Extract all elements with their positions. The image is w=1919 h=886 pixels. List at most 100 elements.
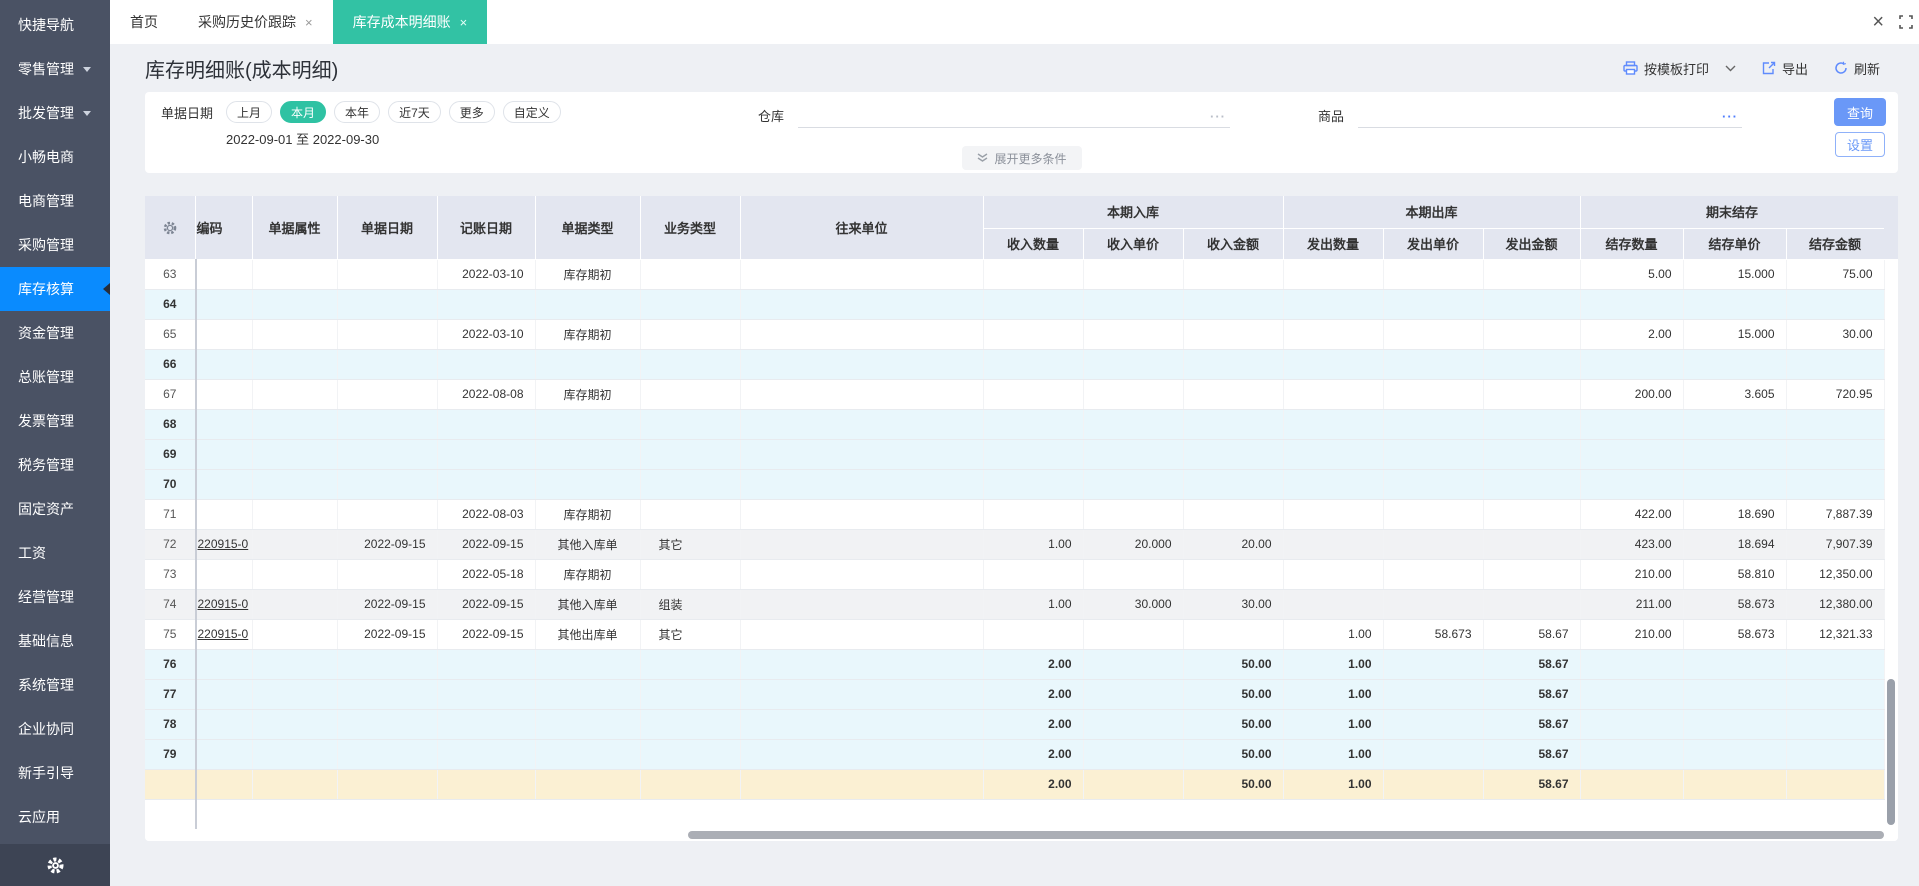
column-settings-header[interactable] [145,196,196,260]
col-header-doc-attr[interactable]: 单据属性 [252,196,338,260]
sidebar-item-资金管理[interactable]: 资金管理 [0,311,110,355]
table-row[interactable]: 63 2022-03-10 库存期初 5.00 15.000 75.00 [145,259,1885,290]
gear-icon[interactable] [163,221,177,235]
sidebar-item-采购管理[interactable]: 采购管理 [0,223,110,267]
doc-date-cell [337,739,438,770]
table-row[interactable]: 75 220915-0 2022-09-15 2022-09-15 其他出库单 其它 1.0… [145,619,1885,650]
sidebar-item-工资[interactable]: 工资 [0,531,110,575]
close-icon[interactable]: × [1872,12,1884,32]
sidebar-item-经营管理[interactable]: 经营管理 [0,575,110,619]
table-row[interactable]: 69 [145,439,1885,470]
col-header-code[interactable]: 编码 [195,196,253,260]
sidebar-item-企业协同[interactable]: 企业协同 [0,707,110,751]
tab-首页[interactable]: 首页 [110,0,178,44]
col-header-out-price[interactable]: 发出单价 [1383,228,1484,260]
table-row[interactable]: 2.00 50.00 1.00 58.67 [145,769,1885,800]
close-icon[interactable]: × [305,16,313,29]
doc-code-link [195,499,253,530]
col-header-bal-price[interactable]: 结存单价 [1683,228,1787,260]
col-header-out-amt[interactable]: 发出金额 [1483,228,1581,260]
date-pill-自定义[interactable]: 自定义 [502,101,561,123]
sidebar-item-系统管理[interactable]: 系统管理 [0,663,110,707]
date-pill-本年[interactable]: 本年 [334,101,381,123]
horizontal-scrollbar-track[interactable] [145,829,1898,841]
sidebar-item-批发管理[interactable]: 批发管理 [0,91,110,135]
sidebar-item-总账管理[interactable]: 总账管理 [0,355,110,399]
doc-code-link[interactable]: 220915-0 [195,619,253,650]
table-row[interactable]: 68 [145,409,1885,440]
refresh-button[interactable]: 刷新 [1834,59,1880,78]
table-row[interactable]: 77 2.00 50.00 1.00 58.67 [145,679,1885,710]
date-pill-更多[interactable]: 更多 [448,101,495,123]
table-row[interactable]: 72 220915-0 2022-09-15 2022-09-15 其他入库单 其它 1.0… [145,529,1885,560]
horizontal-scrollbar-thumb[interactable] [688,831,1884,839]
export-button[interactable]: 导出 [1762,59,1808,78]
sidebar-item-库存核算[interactable]: 库存核算 [0,267,110,311]
table-row[interactable]: 67 2022-08-08 库存期初 200.00 3.605 720.95 [145,379,1885,410]
col-header-book-date[interactable]: 记账日期 [437,196,536,260]
sidebar-item-零售管理[interactable]: 零售管理 [0,47,110,91]
row-number: 79 [145,739,196,770]
sidebar-item-电商管理[interactable]: 电商管理 [0,179,110,223]
table-row[interactable]: 71 2022-08-03 库存期初 422.00 18.690 7,887.39 [145,499,1885,530]
col-header-bal-amt[interactable]: 结存金额 [1786,228,1885,260]
table-row[interactable]: 79 2.00 50.00 1.00 58.67 [145,739,1885,770]
fullscreen-icon[interactable] [1899,15,1913,29]
col-header-in-price[interactable]: 收入单价 [1083,228,1184,260]
sidebar-item-快捷导航[interactable]: 快捷导航 [0,3,110,47]
col-header-partner[interactable]: 往来单位 [740,196,984,260]
sidebar-item-税务管理[interactable]: 税务管理 [0,443,110,487]
sidebar-item-固定资产[interactable]: 固定资产 [0,487,110,531]
col-header-bal-qty[interactable]: 结存数量 [1580,228,1684,260]
table-row[interactable]: 73 2022-05-18 库存期初 210.00 58.810 12,350.00 [145,559,1885,590]
col-header-in-amt[interactable]: 收入金额 [1183,228,1284,260]
chevron-down-icon [83,110,91,116]
sidebar-item-云应用[interactable]: 云应用 [0,795,110,839]
row-number: 63 [145,259,196,290]
tab-库存成本明细账[interactable]: 库存成本明细账 × [332,0,488,44]
sidebar-item-新手引导[interactable]: 新手引导 [0,751,110,795]
table-row[interactable]: 78 2.00 50.00 1.00 58.67 [145,709,1885,740]
table-row[interactable]: 66 [145,349,1885,380]
date-pill-上月[interactable]: 上月 [226,101,273,123]
col-header-out-qty[interactable]: 发出数量 [1283,228,1384,260]
date-pill-近7天[interactable]: 近7天 [388,101,441,123]
sidebar-item-发票管理[interactable]: 发票管理 [0,399,110,443]
col-header-in-qty[interactable]: 收入数量 [983,228,1084,260]
warehouse-input[interactable]: ··· [798,104,1230,128]
out-qty-cell: 1.00 [1283,739,1384,770]
table-row[interactable]: 76 2.00 50.00 1.00 58.67 [145,649,1885,680]
ellipsis-icon[interactable]: ··· [1210,109,1226,124]
close-icon[interactable]: × [460,16,468,29]
doc-code-link [195,379,253,410]
sidebar-item-基础信息[interactable]: 基础信息 [0,619,110,663]
book-date-cell: 2022-08-03 [437,499,536,530]
table-row[interactable]: 70 [145,469,1885,500]
print-by-template-button[interactable]: 按模板打印 [1623,59,1736,78]
col-header-biz-type[interactable]: 业务类型 [640,196,741,260]
ellipsis-icon[interactable]: ··· [1722,109,1738,124]
sidebar-item-小畅电商[interactable]: 小畅电商 [0,135,110,179]
product-field[interactable]: 商品 ··· [1318,104,1742,128]
in-price-cell [1083,469,1184,500]
table-row[interactable]: 64 [145,289,1885,320]
col-header-doc-date[interactable]: 单据日期 [337,196,438,260]
chevron-down-icon[interactable] [1725,65,1736,72]
query-button[interactable]: 查询 [1834,98,1886,126]
settings-button[interactable]: 设置 [1835,132,1885,157]
table-row[interactable]: 65 2022-03-10 库存期初 2.00 15.000 30.00 [145,319,1885,350]
product-input[interactable]: ··· [1358,104,1742,128]
vertical-scrollbar[interactable] [1887,679,1895,825]
out-qty-cell [1283,259,1384,290]
doc-attr-cell [252,259,338,290]
doc-code-link[interactable]: 220915-0 [195,529,253,560]
refresh-label: 刷新 [1853,61,1880,77]
doc-code-link[interactable]: 220915-0 [195,589,253,620]
expand-more-conditions-button[interactable]: 展开更多条件 [961,146,1082,170]
col-header-doc-type[interactable]: 单据类型 [535,196,641,260]
tab-采购历史价跟踪[interactable]: 采购历史价跟踪 × [178,0,333,44]
table-row[interactable]: 74 220915-0 2022-09-15 2022-09-15 其他入库单 组装 1.0… [145,589,1885,620]
date-pill-本月[interactable]: 本月 [280,101,327,123]
gear-icon[interactable] [47,857,64,874]
warehouse-field[interactable]: 仓库 ··· [758,104,1230,128]
